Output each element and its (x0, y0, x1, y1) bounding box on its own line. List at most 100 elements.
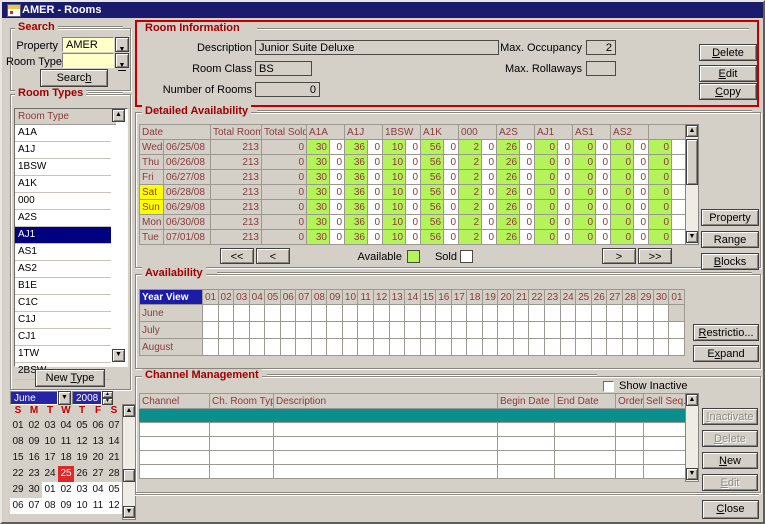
year-view-cell[interactable] (669, 322, 685, 339)
room-type-list-item[interactable]: C1C (15, 295, 111, 312)
calendar-date[interactable]: 02 (26, 418, 42, 434)
calendar-date[interactable]: 29 (10, 482, 26, 498)
year-view-cell[interactable] (311, 322, 327, 339)
year-view-cell[interactable] (451, 322, 467, 339)
year-view-cell[interactable] (203, 339, 219, 356)
blocks-button[interactable]: Blocks (701, 253, 759, 270)
availability-row[interactable]: Tue07/01/082130300360100560202600000000 (140, 230, 686, 245)
year-view-cell[interactable] (513, 339, 529, 356)
year-view-cell[interactable] (374, 322, 390, 339)
year-view-cell[interactable] (358, 305, 374, 322)
room-type-list-item[interactable]: A1K (15, 176, 111, 193)
calendar-date[interactable]: 12 (74, 434, 90, 450)
calendar-scroll-up-icon[interactable]: ▲ (123, 405, 135, 417)
year-view-cell[interactable] (436, 305, 452, 322)
year-view-cell[interactable] (389, 322, 405, 339)
calendar-date[interactable]: 01 (42, 482, 58, 498)
year-view-cell[interactable] (436, 322, 452, 339)
calendar-year-down-icon[interactable]: ▼ (102, 398, 113, 405)
year-view-cell[interactable] (203, 322, 219, 339)
room-type-list-item[interactable]: 1BSW (15, 159, 111, 176)
year-view-cell[interactable] (420, 322, 436, 339)
description-field[interactable]: Junior Suite Deluxe (255, 40, 499, 55)
year-view-cell[interactable] (420, 305, 436, 322)
year-view-cell[interactable] (405, 339, 421, 356)
year-view-cell[interactable] (420, 339, 436, 356)
year-view-cell[interactable] (203, 305, 219, 322)
calendar-date[interactable]: 11 (58, 434, 74, 450)
calendar-date[interactable]: 13 (90, 434, 106, 450)
year-view-cell[interactable] (638, 339, 654, 356)
year-view-cell[interactable] (249, 322, 265, 339)
property-input[interactable]: AMER (62, 37, 114, 52)
calendar-date[interactable]: 18 (58, 450, 74, 466)
availability-row[interactable]: Sat06/28/082130300360100560202600000000 (140, 185, 686, 200)
calendar-date[interactable]: 09 (26, 434, 42, 450)
channel-row[interactable] (140, 451, 686, 465)
calendar-date[interactable]: 19 (74, 450, 90, 466)
calendar-date[interactable]: 16 (26, 450, 42, 466)
year-view-cell[interactable] (374, 339, 390, 356)
year-view-cell[interactable] (653, 339, 669, 356)
calendar-date[interactable]: 04 (58, 418, 74, 434)
year-view-cell[interactable] (467, 339, 483, 356)
year-view-cell[interactable] (374, 305, 390, 322)
inactivate-button[interactable]: Inactivate (702, 408, 758, 425)
availability-row[interactable]: Mon06/30/082130300360100560202600000000 (140, 215, 686, 230)
calendar-date[interactable]: 14 (106, 434, 122, 450)
calendar-date[interactable]: 10 (42, 434, 58, 450)
year-view-cell[interactable] (591, 339, 607, 356)
year-view-cell[interactable] (311, 305, 327, 322)
year-view-cell[interactable] (389, 339, 405, 356)
year-view-cell[interactable] (591, 322, 607, 339)
copy-button[interactable]: Copy (699, 83, 757, 100)
year-view-cell[interactable] (482, 305, 498, 322)
calendar-date[interactable]: 08 (10, 434, 26, 450)
list-scroll-down-icon[interactable]: ▼ (112, 349, 125, 362)
year-view-cell[interactable] (296, 322, 312, 339)
range-button[interactable]: Range (701, 231, 759, 248)
calendar-month-select[interactable]: June (10, 391, 58, 405)
channel-row[interactable] (140, 437, 686, 451)
year-view-cell[interactable] (498, 305, 514, 322)
year-view-cell[interactable] (265, 339, 281, 356)
room-type-list-item[interactable]: 000 (15, 193, 111, 210)
calendar-year-up-icon[interactable]: ▲ (102, 391, 113, 398)
calendar-date[interactable]: 20 (90, 450, 106, 466)
year-view-cell[interactable] (498, 339, 514, 356)
calendar-date[interactable]: 06 (90, 418, 106, 434)
year-view-cell[interactable] (638, 305, 654, 322)
year-view-cell[interactable] (218, 322, 234, 339)
da-scroll-up-icon[interactable]: ▲ (686, 125, 698, 137)
da-scroll-thumb[interactable] (686, 139, 698, 185)
year-view-cell[interactable] (669, 305, 685, 322)
year-view-cell[interactable] (529, 322, 545, 339)
year-view-cell[interactable] (467, 305, 483, 322)
year-view-cell[interactable] (607, 339, 623, 356)
calendar-date[interactable]: 08 (42, 498, 58, 514)
list-scroll-up-icon[interactable]: ▲ (112, 109, 125, 122)
channel-scroll-down-icon[interactable]: ▼ (686, 468, 698, 480)
nav-first-button[interactable]: << (220, 248, 254, 264)
year-view-cell[interactable] (451, 339, 467, 356)
calendar-date[interactable]: 07 (106, 418, 122, 434)
year-view-cell[interactable] (591, 305, 607, 322)
expand-button[interactable]: Expand (693, 345, 759, 362)
year-view-cell[interactable] (311, 339, 327, 356)
year-view-cell[interactable] (467, 322, 483, 339)
calendar-date[interactable]: 28 (106, 466, 122, 482)
year-view-cell[interactable] (545, 339, 561, 356)
channel-edit-button[interactable]: Edit (702, 474, 758, 491)
calendar-date[interactable]: 15 (10, 450, 26, 466)
availability-row[interactable]: Wed06/25/082130300360100560202600000000 (140, 140, 686, 155)
year-view-cell[interactable] (482, 339, 498, 356)
year-view-cell[interactable] (513, 305, 529, 322)
year-view-cell[interactable] (638, 322, 654, 339)
year-view-cell[interactable] (513, 322, 529, 339)
channel-new-button[interactable]: New (702, 452, 758, 469)
calendar-date-selected[interactable]: 25 (58, 466, 74, 482)
room-type-list-item[interactable]: AJ1 (15, 227, 111, 244)
calendar-date[interactable]: 10 (74, 498, 90, 514)
calendar-date[interactable]: 04 (90, 482, 106, 498)
room-type-list-item[interactable]: C1J (15, 312, 111, 329)
